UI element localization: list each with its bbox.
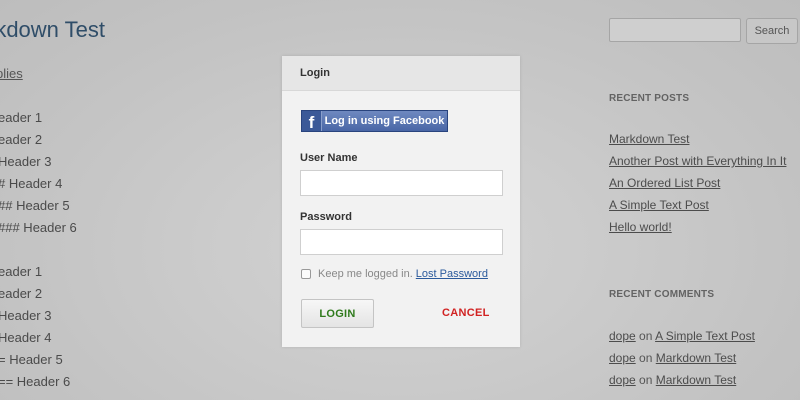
content-header-line: eader 2 [0,132,43,147]
comment-connector: on [639,351,653,365]
content-header-line: == Header 6 [0,374,71,389]
login-modal: Login f Log in using Facebook User Name … [282,56,520,347]
comment-author-link[interactable]: dope [609,351,636,365]
recent-post-link[interactable]: Hello world! [609,220,672,234]
comment-post-link[interactable]: A Simple Text Post [655,329,755,343]
recent-post-link[interactable]: A Simple Text Post [609,198,709,212]
comment-connector: on [639,329,653,343]
content-header-line: Header 4 [0,330,52,345]
username-field[interactable] [300,170,503,196]
content-header-line: eader 1 [0,110,43,125]
username-label: User Name [300,152,358,164]
recent-comments-title: RECENT COMMENTS [609,289,715,300]
recent-comment: dope on Markdown Test [609,351,736,365]
modal-header: Login [282,56,520,91]
content-header-line: Header 3 [0,308,52,323]
password-label: Password [300,211,352,223]
replies-link[interactable]: plies [0,66,23,81]
content-header-line: Header 3 [0,154,52,169]
content-header-line: ## Header 5 [0,198,70,213]
facebook-login-label: Log in using Facebook [324,115,445,127]
password-field[interactable] [300,229,503,255]
recent-posts-title: RECENT POSTS [609,93,690,104]
recent-post-link[interactable]: An Ordered List Post [609,176,720,190]
recent-post-link[interactable]: Another Post with Everything In It [609,154,786,168]
content-header-line: # Header 4 [0,176,63,191]
comment-post-link[interactable]: Markdown Test [656,373,736,387]
content-header-line: eader 1 [0,264,43,279]
remember-me-label: Keep me logged in. [318,268,413,280]
search-button[interactable]: Search [746,18,798,44]
cancel-link[interactable]: CANCEL [442,307,490,319]
comment-connector: on [639,373,653,387]
recent-comment: dope on A Simple Text Post [609,329,755,343]
modal-title: Login [300,67,330,79]
search-input[interactable] [609,18,741,42]
login-button[interactable]: LOGIN [301,299,374,328]
comment-post-link[interactable]: Markdown Test [656,351,736,365]
content-header-line: ### Header 6 [0,220,77,235]
comment-author-link[interactable]: dope [609,329,636,343]
comment-author-link[interactable]: dope [609,373,636,387]
recent-comment: dope on Markdown Test [609,373,736,387]
recent-post-link[interactable]: Markdown Test [609,132,689,146]
remember-me-row: Keep me logged in. Lost Password [301,268,488,280]
content-header-line: = Header 5 [0,352,63,367]
facebook-logo-icon: f [302,111,322,131]
post-title: rkdown Test [0,17,105,42]
content-header-line: eader 2 [0,286,43,301]
lost-password-link[interactable]: Lost Password [416,268,488,280]
remember-me-checkbox[interactable] [301,269,311,279]
facebook-login-button[interactable]: f Log in using Facebook [301,110,448,132]
